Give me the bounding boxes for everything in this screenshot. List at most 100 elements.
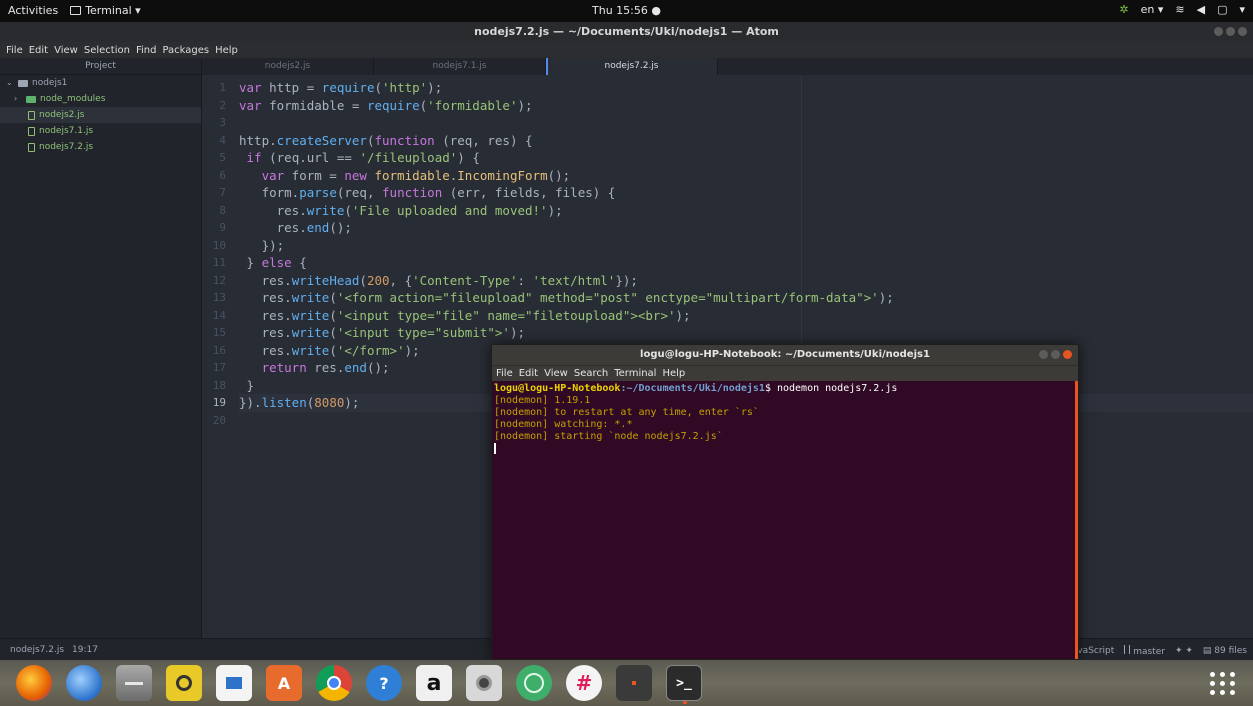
terminal-close-button[interactable]: [1063, 350, 1072, 359]
firefox-icon[interactable]: [16, 665, 52, 701]
slack-icon[interactable]: #: [566, 665, 602, 701]
chrome-icon[interactable]: [316, 665, 352, 701]
files-icon[interactable]: [116, 665, 152, 701]
status-files[interactable]: ▤ 89 files: [1203, 646, 1247, 656]
menu-selection[interactable]: Selection: [84, 45, 130, 56]
system-menu-arrow[interactable]: ▾: [1239, 3, 1245, 16]
line-number: 18: [212, 378, 226, 392]
file-icon: [28, 126, 35, 136]
line-number-current: 19: [212, 396, 226, 409]
menu-find[interactable]: Find: [136, 45, 157, 56]
volume-icon[interactable]: ◀: [1197, 3, 1205, 16]
code-line: if (req.url == '/fileupload') {: [246, 150, 480, 165]
terminal-menu-bar: File Edit View Search Terminal Help: [492, 365, 1078, 381]
line-number: 14: [212, 308, 226, 322]
terminal-menu-view[interactable]: View: [544, 368, 568, 379]
status-file-name[interactable]: nodejs7.2.js: [10, 645, 64, 655]
terminal-menu-edit[interactable]: Edit: [519, 368, 538, 379]
line-number: 8: [219, 203, 226, 217]
tree-item-label: node_modules: [40, 94, 106, 104]
terminal-menu-search[interactable]: Search: [574, 368, 608, 379]
atom-icon[interactable]: [516, 665, 552, 701]
code-line: } else {: [239, 255, 307, 270]
tree-root-label: nodejs1: [32, 78, 68, 88]
file-count-icon: ▤: [1202, 646, 1212, 656]
prompt-user: logu@logu-HP-Notebook: [494, 383, 621, 394]
terminal-icon[interactable]: >_: [666, 665, 702, 704]
show-applications-button[interactable]: [1207, 667, 1239, 699]
wifi-icon[interactable]: ≋: [1175, 3, 1184, 16]
terminal-output[interactable]: logu@logu-HP-Notebook:~/Documents/Uki/no…: [492, 381, 1078, 659]
menu-view[interactable]: View: [54, 45, 78, 56]
terminal-window[interactable]: logu@logu-HP-Notebook: ~/Documents/Uki/n…: [491, 344, 1079, 660]
power-icon[interactable]: ▢: [1217, 3, 1227, 16]
chevron-right-icon: ›: [14, 94, 18, 103]
status-branch[interactable]: master: [1124, 645, 1165, 657]
code-line: var http = require('http');: [239, 80, 443, 95]
terminal-output-line: [nodemon] 1.19.1: [494, 395, 591, 406]
terminal-prompt-line: logu@logu-HP-Notebook:~/Documents/Uki/no…: [494, 383, 1073, 395]
tree-item-node-modules[interactable]: › node_modules: [0, 91, 201, 107]
clock[interactable]: Thu 15:56 ●: [592, 4, 661, 17]
ubuntu-software-icon[interactable]: A: [266, 665, 302, 701]
rhythmbox-icon[interactable]: [166, 665, 202, 701]
text-cursor: [494, 443, 496, 454]
terminal-minimize-button[interactable]: [1039, 350, 1048, 359]
prompt-command: $ nodemon nodejs7.2.js: [764, 383, 898, 394]
close-button[interactable]: [1238, 27, 1247, 36]
line-number: 10: [212, 238, 226, 252]
terminal-output-line: [nodemon] to restart at any time, enter …: [494, 407, 759, 418]
tree-item-nodejs7-1[interactable]: nodejs7.1.js: [0, 123, 201, 139]
line-number: 9: [219, 221, 226, 234]
tab-nodejs7-1[interactable]: nodejs7.1.js: [374, 58, 546, 75]
terminal-title: logu@logu-HP-Notebook: ~/Documents/Uki/n…: [640, 349, 930, 360]
tree-root-folder[interactable]: ⌄ nodejs1: [0, 75, 201, 91]
terminal-output-line: [nodemon] starting `node nodejs7.2.js`: [494, 431, 723, 442]
tree-item-nodejs2[interactable]: nodejs2.js: [0, 107, 201, 123]
git-branch-icon: [1124, 645, 1131, 654]
tree-header[interactable]: Project: [0, 58, 201, 75]
folder-icon: [26, 95, 36, 103]
thunderbird-icon[interactable]: [66, 665, 102, 701]
menu-help[interactable]: Help: [215, 45, 238, 56]
device-icon[interactable]: [616, 665, 652, 701]
tab-bar: nodejs2.js nodejs7.1.js nodejs7.2.js: [202, 58, 1253, 75]
menu-file[interactable]: File: [6, 45, 23, 56]
maximize-button[interactable]: [1226, 27, 1235, 36]
minimize-button[interactable]: [1214, 27, 1223, 36]
tab-nodejs7-2[interactable]: nodejs7.2.js: [546, 58, 718, 75]
atom-title-text: nodejs7.2.js — ~/Documents/Uki/nodejs1 —…: [474, 25, 779, 38]
code-line: res.write('<input type="submit">');: [239, 325, 526, 340]
network-icon[interactable]: ✲: [1119, 3, 1128, 16]
git-sync-icon[interactable]: ✦ ✦: [1175, 646, 1193, 656]
language-selector[interactable]: en ▾: [1141, 3, 1164, 16]
atom-window-title: nodejs7.2.js — ~/Documents/Uki/nodejs1 —…: [0, 22, 1253, 42]
camera-icon[interactable]: [466, 665, 502, 701]
status-branch-label: master: [1133, 647, 1165, 657]
line-number: 17: [212, 361, 226, 374]
tree-item-label: nodejs7.2.js: [39, 142, 94, 152]
tab-nodejs2[interactable]: nodejs2.js: [202, 58, 374, 75]
terminal-menu-help[interactable]: Help: [662, 368, 685, 379]
menu-packages[interactable]: Packages: [162, 45, 209, 56]
amazon-icon[interactable]: a: [416, 665, 452, 701]
tree-item-nodejs7-2[interactable]: nodejs7.2.js: [0, 139, 201, 155]
terminal-menu-terminal[interactable]: Terminal: [614, 368, 656, 379]
tree-item-label: nodejs7.1.js: [39, 126, 94, 136]
file-icon: [28, 110, 35, 120]
terminal-title-bar[interactable]: logu@logu-HP-Notebook: ~/Documents/Uki/n…: [492, 345, 1078, 365]
terminal-output-line: [nodemon] watching: *.*: [494, 419, 633, 430]
libreoffice-writer-icon[interactable]: [216, 665, 252, 701]
status-cursor-position[interactable]: 19:17: [72, 645, 98, 655]
terminal-menu-file[interactable]: File: [496, 368, 513, 379]
line-number: 15: [212, 326, 226, 339]
line-number: 12: [212, 273, 226, 287]
code-line: http.createServer(function (req, res) {: [239, 132, 533, 148]
terminal-maximize-button[interactable]: [1051, 350, 1060, 359]
terminal-cursor-line: [494, 443, 1073, 455]
help-icon[interactable]: ?: [366, 665, 402, 701]
file-icon: [28, 142, 35, 152]
atom-menu-bar: File Edit View Selection Find Packages H…: [0, 42, 1253, 58]
menu-edit[interactable]: Edit: [29, 45, 48, 56]
